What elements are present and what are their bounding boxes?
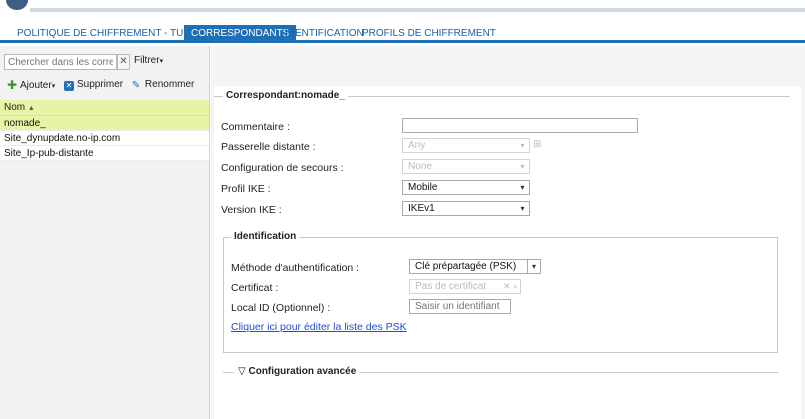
profil-ike-select[interactable]: Mobile ▾	[402, 180, 530, 195]
chevron-down-icon: ▾	[520, 204, 525, 213]
certificat-field[interactable]: Pas de certificat ✕ ⌕	[409, 279, 521, 294]
chevron-down-icon: ▾	[520, 183, 525, 192]
rename-icon: ✎	[131, 80, 141, 91]
version-ike-select[interactable]: IKEv1 ▾	[402, 201, 530, 216]
rename-label: Renommer	[144, 79, 195, 90]
correspondant-list: Nom ▲ nomade_ Site_dynupdate.no-ip.com S…	[0, 100, 209, 161]
methode-label: Méthode d'authentification :	[231, 262, 360, 274]
search-input[interactable]	[4, 54, 117, 70]
clear-search-icon[interactable]: ✕	[117, 54, 130, 70]
chevron-down-icon: ▾	[520, 141, 525, 150]
profil-ike-value: Mobile	[408, 182, 438, 193]
passerelle-value: Any	[408, 140, 426, 151]
passerelle-label: Passerelle distante :	[221, 141, 316, 153]
list-header-nom[interactable]: Nom ▲	[0, 100, 209, 116]
methode-value: Clé prépartagée (PSK)	[415, 261, 517, 272]
commentaire-label: Commentaire :	[221, 121, 290, 133]
tab-profils[interactable]: PROFILS DE CHIFFREMENT	[355, 25, 503, 42]
chevron-down-icon: ▽	[238, 366, 246, 377]
add-button[interactable]: ✚ Ajouter▾	[7, 77, 56, 92]
column-label: Nom	[4, 102, 26, 113]
passerelle-select[interactable]: Any ▾	[402, 138, 530, 153]
version-ike-label: Version IKE :	[221, 204, 282, 216]
rename-button[interactable]: ✎ Renommer	[132, 79, 194, 91]
localid-input[interactable]	[409, 299, 511, 314]
caret-down-icon: ▾	[159, 58, 164, 65]
filter-label: Filtrer	[134, 55, 160, 66]
delete-icon: ✕	[63, 81, 74, 91]
left-panel: ✕ Filtrer▾ ✚Ajouter▾ ✕Supprimer ✎Renomme…	[0, 46, 210, 419]
advanced-config-toggle[interactable]: ▽ Configuration avancée	[234, 366, 361, 377]
caret-down-icon: ▾	[51, 82, 56, 90]
filter-button[interactable]: Filtrer▾	[134, 55, 163, 66]
commentaire-input[interactable]	[402, 118, 638, 133]
delete-button[interactable]: ✕ Supprimer	[63, 79, 124, 91]
secours-label: Configuration de secours :	[221, 162, 344, 174]
add-label: Ajouter	[20, 79, 52, 91]
list-toolbar: ✚ Ajouter▾ ✕ Supprimer ✎ Renommer	[7, 79, 200, 93]
list-item[interactable]: Site_dynupdate.no-ip.com	[0, 131, 209, 146]
sort-asc-icon: ▲	[27, 105, 35, 112]
chevron-down-icon: ▾	[527, 260, 540, 273]
list-item[interactable]: Site_Ip-pub-distante	[0, 146, 209, 161]
plus-icon: ✚	[7, 77, 18, 92]
top-strip	[0, 0, 805, 20]
profil-ike-label: Profil IKE :	[221, 183, 271, 195]
right-panel	[211, 46, 805, 419]
clear-search-icon[interactable]: ✕ ⌕	[503, 280, 518, 293]
methode-select[interactable]: Clé prépartagée (PSK) ▾	[409, 259, 541, 274]
secours-select[interactable]: None ▾	[402, 159, 530, 174]
top-bar	[30, 8, 805, 12]
version-ike-value: IKEv1	[408, 203, 435, 214]
localid-label: Local ID (Optionnel) :	[231, 302, 331, 314]
certificat-label: Certificat :	[231, 282, 279, 294]
form-legend: Correspondant:nomade_	[223, 90, 348, 101]
edit-psk-link[interactable]: Cliquer ici pour éditer la liste des PSK	[231, 321, 407, 333]
app-logo-icon	[6, 0, 28, 10]
tab-bar: POLITIQUE DE CHIFFREMENT - TUNNELS CORRE…	[0, 25, 805, 43]
chevron-down-icon: ▾	[520, 162, 525, 171]
certificat-placeholder: Pas de certificat	[415, 281, 487, 292]
add-gateway-icon[interactable]: ⊞	[533, 139, 541, 150]
secours-value: None	[408, 161, 432, 172]
delete-label: Supprimer	[76, 79, 124, 90]
list-item[interactable]: nomade_	[0, 116, 209, 131]
advanced-config-label: Configuration avancée	[248, 366, 357, 377]
identification-legend: Identification	[231, 231, 300, 242]
identification-fieldset: Identification	[223, 231, 778, 353]
